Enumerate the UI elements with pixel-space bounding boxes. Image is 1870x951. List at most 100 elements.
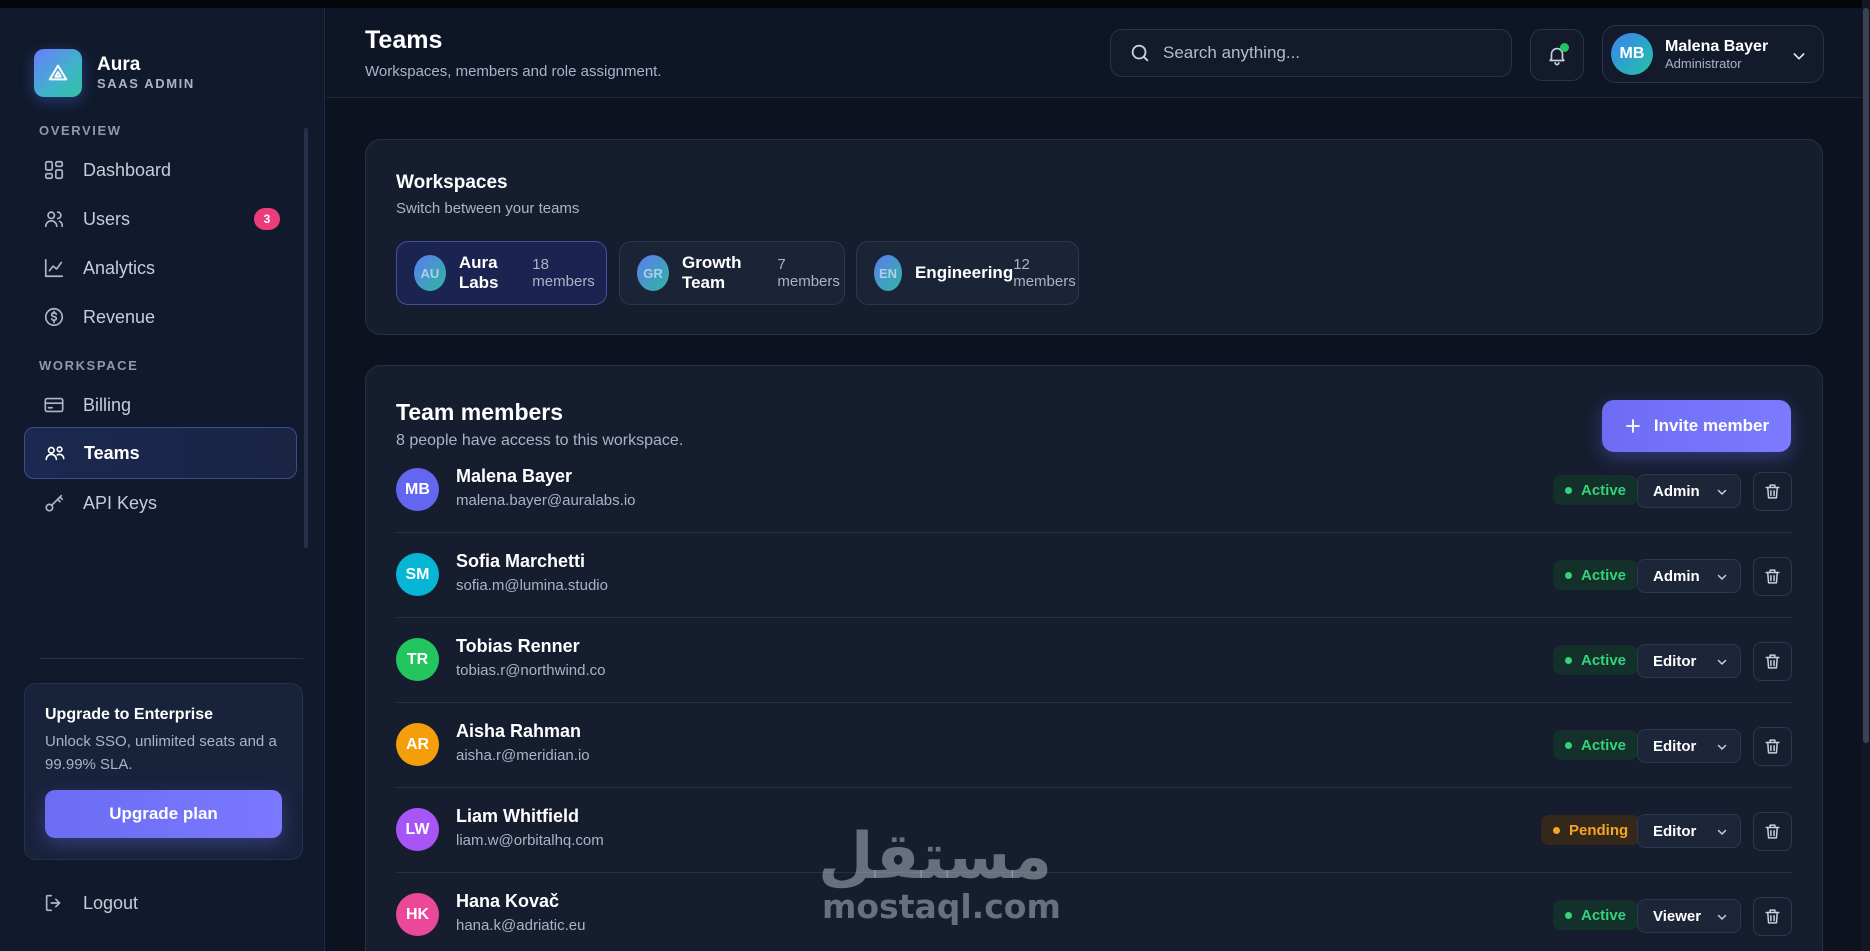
status-badge: Active [1553,645,1639,675]
workspace-avatar: AU [414,255,446,291]
avatar: HK [396,893,439,936]
workspace-chip-aura-labs[interactable]: AU Aura Labs 18 members [396,241,607,305]
section-label-workspace: WORKSPACE [39,358,139,373]
table-row: HK Hana Kovač hana.k@adriatic.eu Active … [396,873,1792,951]
notification-dot [1560,43,1569,52]
logout-icon [42,891,66,915]
upgrade-text: Unlock SSO, unlimited seats and a 99.99%… [45,733,277,773]
role-select[interactable]: Editor [1637,814,1741,848]
trash-icon [1763,482,1782,501]
team-members-title: Team members [396,399,564,425]
invite-member-label: Invite member [1653,416,1770,435]
member-name: Liam Whitfield [456,806,579,826]
workspace-avatar: EN [874,255,902,291]
status-badge: Active [1553,475,1639,505]
sidebar-item-label: Dashboard [83,159,172,180]
search-icon [1129,42,1151,64]
role-select[interactable]: Editor [1637,729,1741,763]
page-subtitle: Workspaces, members and role assignment. [365,63,662,80]
sidebar-item-label: API Keys [83,492,158,513]
trash-icon [1763,567,1782,586]
member-name: Sofia Marchetti [456,551,586,571]
delete-member-button[interactable] [1753,812,1792,851]
upgrade-title: Upgrade to Enterprise [45,706,214,723]
workspace-member-count: 18 members [532,256,595,290]
delete-member-button[interactable] [1753,897,1792,936]
user-menu[interactable]: MB Malena Bayer Administrator [1602,25,1824,83]
search-input[interactable] [1163,43,1493,63]
workspace-member-count: 12 members [1013,256,1076,290]
window-top-strip [0,0,1870,8]
upgrade-card: Upgrade to Enterprise Unlock SSO, unlimi… [24,683,303,860]
delete-member-button[interactable] [1753,472,1792,511]
sidebar-item-api-keys[interactable]: API Keys [24,477,297,529]
delete-member-button[interactable] [1753,642,1792,681]
notifications-button[interactable] [1530,29,1584,81]
member-email: tobias.r@northwind.co [456,662,606,679]
member-name: Malena Bayer [456,466,573,486]
section-label-overview: OVERVIEW [39,123,122,138]
sidebar-item-teams[interactable]: Teams [24,427,297,479]
member-name: Hana Kovač [456,891,560,911]
logout-button[interactable]: Logout [24,878,297,928]
chevron-down-icon [1716,826,1728,838]
users-icon [42,207,66,231]
status-badge: Pending [1541,815,1641,845]
workspace-name: Growth Team [681,253,742,292]
search-box[interactable] [1110,29,1512,77]
team-members-card: Team members 8 people have access to thi… [365,365,1823,951]
table-row: LW Liam Whitfield liam.w@orbitalhq.com P… [396,788,1792,873]
table-row: MB Malena Bayer malena.bayer@auralabs.io… [396,448,1792,533]
sidebar-item-users[interactable]: Users 3 [24,193,297,245]
sidebar-item-label: Teams [84,442,140,463]
workspace-chip-growth-team[interactable]: GR Growth Team 7 members [619,241,845,305]
invite-member-button[interactable]: Invite member [1602,400,1791,452]
brand-subtitle: SAAS ADMIN [97,76,195,91]
upgrade-plan-button[interactable]: Upgrade plan [45,790,282,838]
workspace-name: Aura Labs [458,253,499,292]
sidebar-item-label: Revenue [83,306,156,327]
chevron-down-icon [1716,741,1728,753]
status-badge: Active [1553,900,1639,930]
chevron-down-icon [1716,571,1728,583]
sidebar-item-analytics[interactable]: Analytics [24,242,297,294]
sidebar-item-label: Billing [83,394,132,415]
sidebar: Aura SAAS ADMIN OVERVIEW Dashboard Users… [0,8,325,951]
table-row: AR Aisha Rahman aisha.r@meridian.io Acti… [396,703,1792,788]
role-select[interactable]: Editor [1637,644,1741,678]
brand[interactable]: Aura SAAS ADMIN [34,49,195,97]
member-email: liam.w@orbitalhq.com [456,832,604,849]
avatar: MB [396,468,439,511]
sidebar-item-billing[interactable]: Billing [24,379,297,431]
role-select[interactable]: Admin [1637,559,1741,593]
trash-icon [1763,907,1782,926]
member-email: aisha.r@meridian.io [456,747,590,764]
delete-member-button[interactable] [1753,557,1792,596]
member-email: malena.bayer@auralabs.io [456,492,636,509]
table-row: TR Tobias Renner tobias.r@northwind.co A… [396,618,1792,703]
workspace-chip-engineering[interactable]: EN Engineering 12 members [856,241,1079,305]
chevron-down-icon [1716,486,1728,498]
users-count-badge: 3 [254,208,280,230]
credit-card-icon [42,393,66,417]
sidebar-item-dashboard[interactable]: Dashboard [24,144,297,196]
sidebar-scrollbar[interactable] [304,128,308,548]
avatar: SM [396,553,439,596]
member-email: hana.k@adriatic.eu [456,917,586,934]
role-select[interactable]: Admin [1637,474,1741,508]
member-name: Tobias Renner [456,636,580,656]
user-role: Administrator [1665,55,1742,71]
workspaces-title: Workspaces [396,172,508,193]
triangle-logo-icon [34,49,82,97]
page-title: Teams [365,26,443,54]
delete-member-button[interactable] [1753,727,1792,766]
table-row: SM Sofia Marchetti sofia.m@lumina.studio… [396,533,1792,618]
teams-icon [43,441,67,465]
trash-icon [1763,652,1782,671]
role-select[interactable]: Viewer [1637,899,1741,933]
page-scrollbar[interactable] [1863,8,1869,743]
avatar: TR [396,638,439,681]
brand-name: Aura [97,54,141,75]
sidebar-item-revenue[interactable]: Revenue [24,291,297,343]
analytics-icon [42,256,66,280]
